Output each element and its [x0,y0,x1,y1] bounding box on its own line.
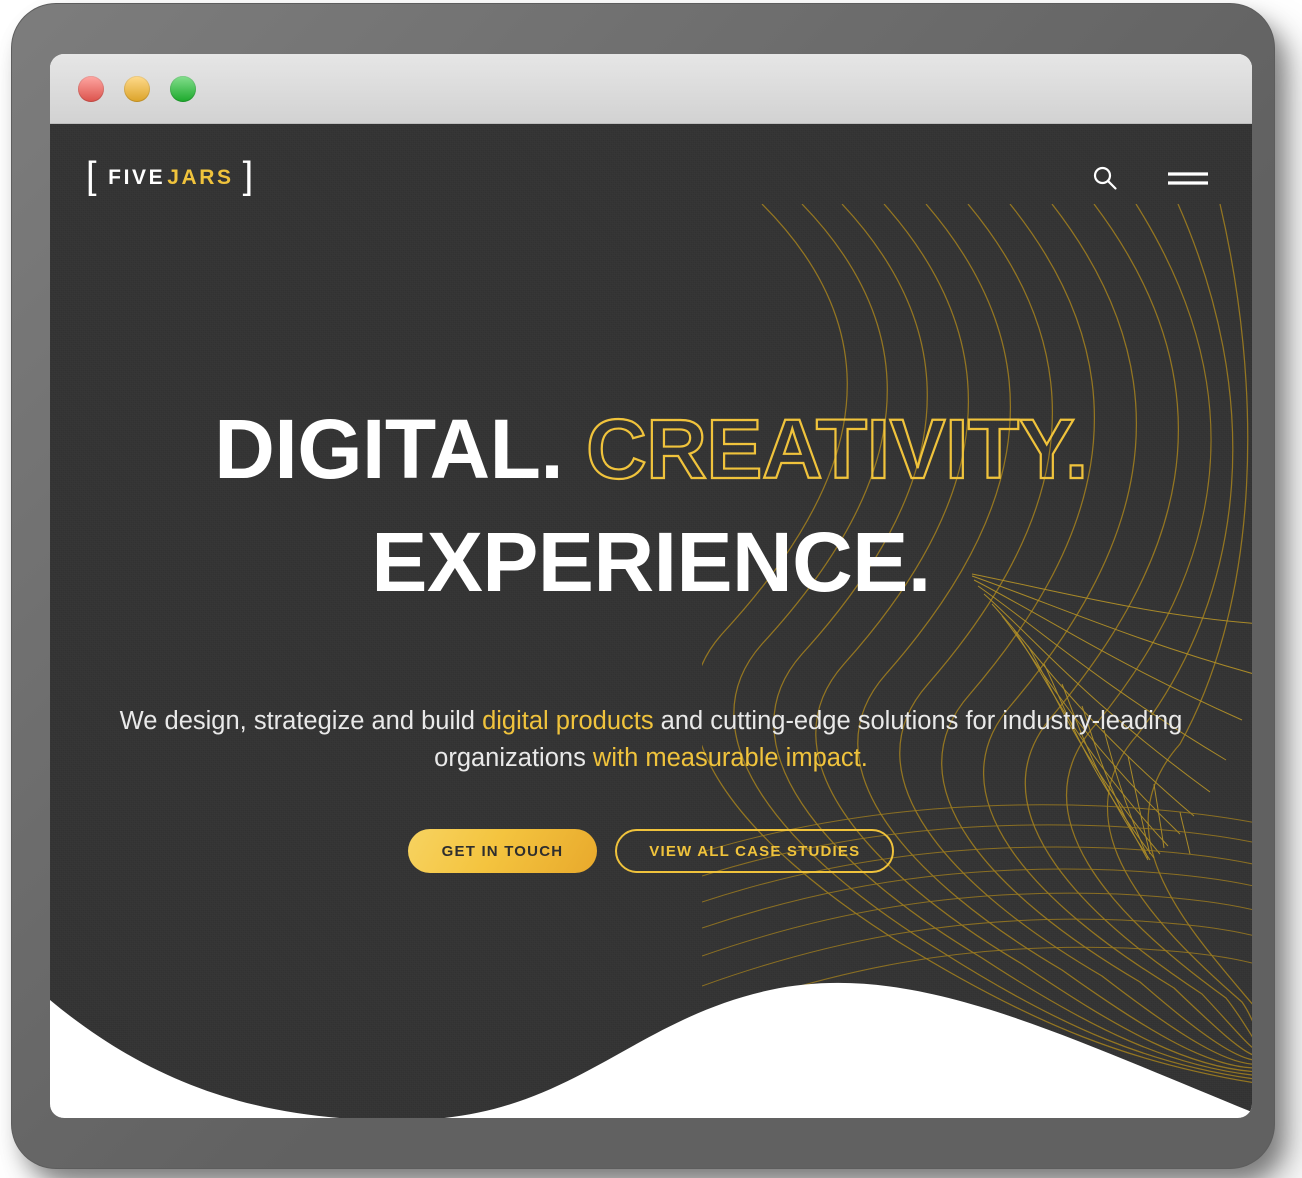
logo-text-five: FIVE [108,165,166,189]
hero-cta-row: GET IN TOUCH VIEW ALL CASE STUDIES [50,829,1252,874]
page-viewport: [ FIVE JARS ] DIGITAL. CREATIVITY. EXPER… [50,124,1252,1118]
hero-headline-line-1: DIGITAL. CREATIVITY. [50,402,1252,496]
menu-button[interactable] [1166,166,1210,190]
search-button[interactable] [1090,163,1120,193]
hero-headline-line-2: EXPERIENCE. [50,514,1252,609]
window-close-button[interactable] [78,75,104,102]
window-title-bar [50,54,1252,124]
headline-creativity: CREATIVITY. [585,402,1089,496]
headline-digital: DIGITAL. [214,402,564,496]
get-in-touch-button[interactable]: GET IN TOUCH [407,829,598,874]
view-all-case-studies-button[interactable]: VIEW ALL CASE STUDIES [615,829,895,874]
search-icon [1093,166,1117,190]
subtitle-accent-measurable-impact: with measurable impact. [592,744,868,773]
hero-content: DIGITAL. CREATIVITY. EXPERIENCE. We desi… [50,402,1252,874]
browser-window: [ FIVE JARS ] DIGITAL. CREATIVITY. EXPER… [50,54,1252,1118]
logo-text-jars: JARS [167,165,234,189]
brand-logo[interactable]: [ FIVE JARS ] [86,155,256,198]
window-minimize-button[interactable] [124,75,150,102]
site-navbar: [ FIVE JARS ] [50,124,1252,232]
logo-bracket-right: ] [242,155,256,198]
hero-bottom-wave [50,982,1252,1118]
subtitle-part-1: We design, strategize and build [119,707,483,736]
subtitle-accent-digital-products: digital products [482,707,654,736]
navbar-actions [1090,163,1210,193]
hero-subtitle: We design, strategize and build digital … [116,703,1186,777]
window-maximize-button[interactable] [170,75,196,102]
hamburger-menu-icon [1168,172,1208,185]
headline-experience: EXPERIENCE. [371,514,931,609]
logo-bracket-left: [ [86,155,100,198]
hero-section: [ FIVE JARS ] DIGITAL. CREATIVITY. EXPER… [50,124,1252,1118]
